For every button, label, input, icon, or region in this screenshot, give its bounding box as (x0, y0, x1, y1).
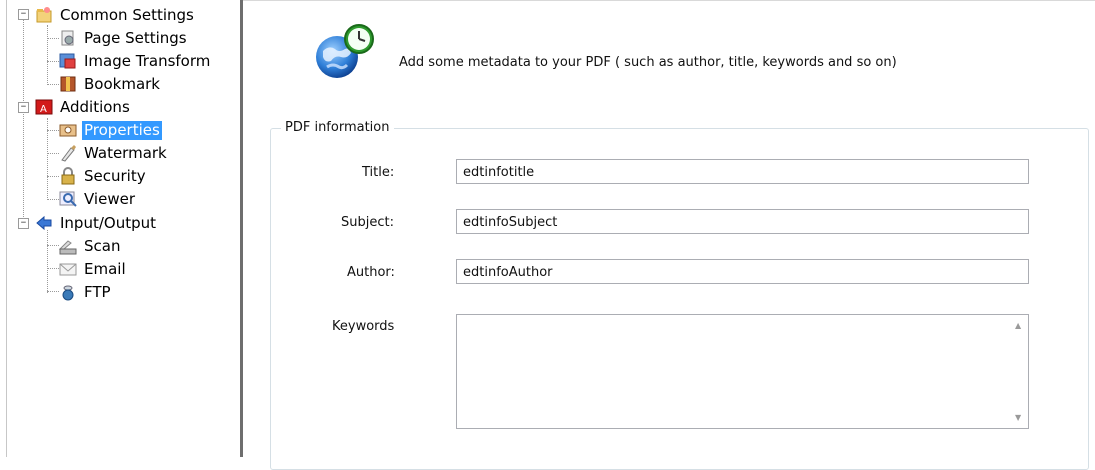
bookmark-icon (59, 75, 77, 93)
ftp-icon (59, 283, 77, 301)
properties-icon (59, 121, 77, 139)
settings-tree[interactable]: − − − Common Settings Page Settings Imag… (6, 0, 240, 457)
scroll-up-arrow-icon[interactable]: ▲ (1015, 321, 1021, 330)
title-label: Title: (362, 165, 395, 180)
tree-item-label: Additions (60, 97, 130, 116)
tree-item-ftp[interactable]: FTP (59, 281, 113, 303)
header-description: Add some metadata to your PDF ( such as … (399, 55, 897, 70)
pdf-icon: A (35, 98, 53, 116)
scroll-down-arrow-icon[interactable]: ▼ (1015, 413, 1021, 422)
arrow-left-icon (35, 214, 53, 232)
watermark-icon (59, 144, 77, 162)
tree-item-label: Image Transform (84, 51, 211, 70)
tree-item-label: Viewer (84, 189, 135, 208)
tree-item-watermark[interactable]: Watermark (59, 142, 169, 164)
subject-field[interactable]: edtinfoSubject (456, 209, 1029, 234)
page-settings-icon (59, 29, 77, 47)
tree-item-label: Common Settings (60, 5, 194, 24)
tree-item-label: Bookmark (84, 74, 160, 93)
image-transform-icon (59, 52, 77, 70)
viewer-icon (59, 190, 77, 208)
properties-panel: Add some metadata to your PDF ( such as … (243, 0, 1095, 470)
email-icon (59, 260, 77, 278)
collapse-additions-icon[interactable]: − (18, 102, 29, 113)
security-lock-icon (59, 167, 77, 185)
collapse-input-output-icon[interactable]: − (18, 218, 29, 229)
svg-text:A: A (40, 104, 47, 115)
globe-clock-icon (313, 23, 377, 81)
title-field[interactable]: edtinfotitle (456, 159, 1029, 184)
tree-item-common-settings[interactable]: Common Settings (35, 4, 196, 26)
tree-item-bookmark[interactable]: Bookmark (59, 73, 162, 95)
tree-item-input-output[interactable]: Input/Output (35, 212, 158, 234)
tree-item-page-settings[interactable]: Page Settings (59, 27, 189, 49)
scanner-icon (58, 237, 77, 255)
tree-item-properties[interactable]: Properties (59, 119, 162, 141)
tree-item-image-transform[interactable]: Image Transform (59, 50, 212, 72)
tree-item-label: Page Settings (84, 28, 187, 47)
subject-label: Subject: (341, 215, 394, 230)
tree-item-label: Security (84, 166, 146, 185)
tree-item-label: Scan (84, 236, 121, 255)
settings-folder-icon (35, 6, 53, 24)
keywords-textarea[interactable]: ▲ ▼ (456, 314, 1029, 429)
keywords-text (457, 315, 1028, 323)
tree-item-label: Email (84, 259, 126, 278)
keywords-scrollbar[interactable]: ▲ ▼ (1011, 315, 1028, 428)
collapse-common-settings-icon[interactable]: − (18, 9, 29, 20)
tree-item-viewer[interactable]: Viewer (59, 188, 137, 210)
groupbox-title: PDF information (281, 120, 394, 135)
tree-item-label: FTP (84, 282, 111, 301)
author-field[interactable]: edtinfoAuthor (456, 259, 1029, 284)
author-label: Author: (347, 265, 395, 280)
tree-item-label: Watermark (84, 143, 167, 162)
tree-item-email[interactable]: Email (59, 258, 128, 280)
keywords-label: Keywords (332, 319, 395, 334)
tree-item-security[interactable]: Security (59, 165, 148, 187)
tree-item-additions[interactable]: A Additions (35, 96, 132, 118)
tree-item-label: Input/Output (60, 213, 156, 232)
tree-item-scan[interactable]: Scan (58, 235, 122, 257)
tree-item-label: Properties (82, 120, 162, 140)
